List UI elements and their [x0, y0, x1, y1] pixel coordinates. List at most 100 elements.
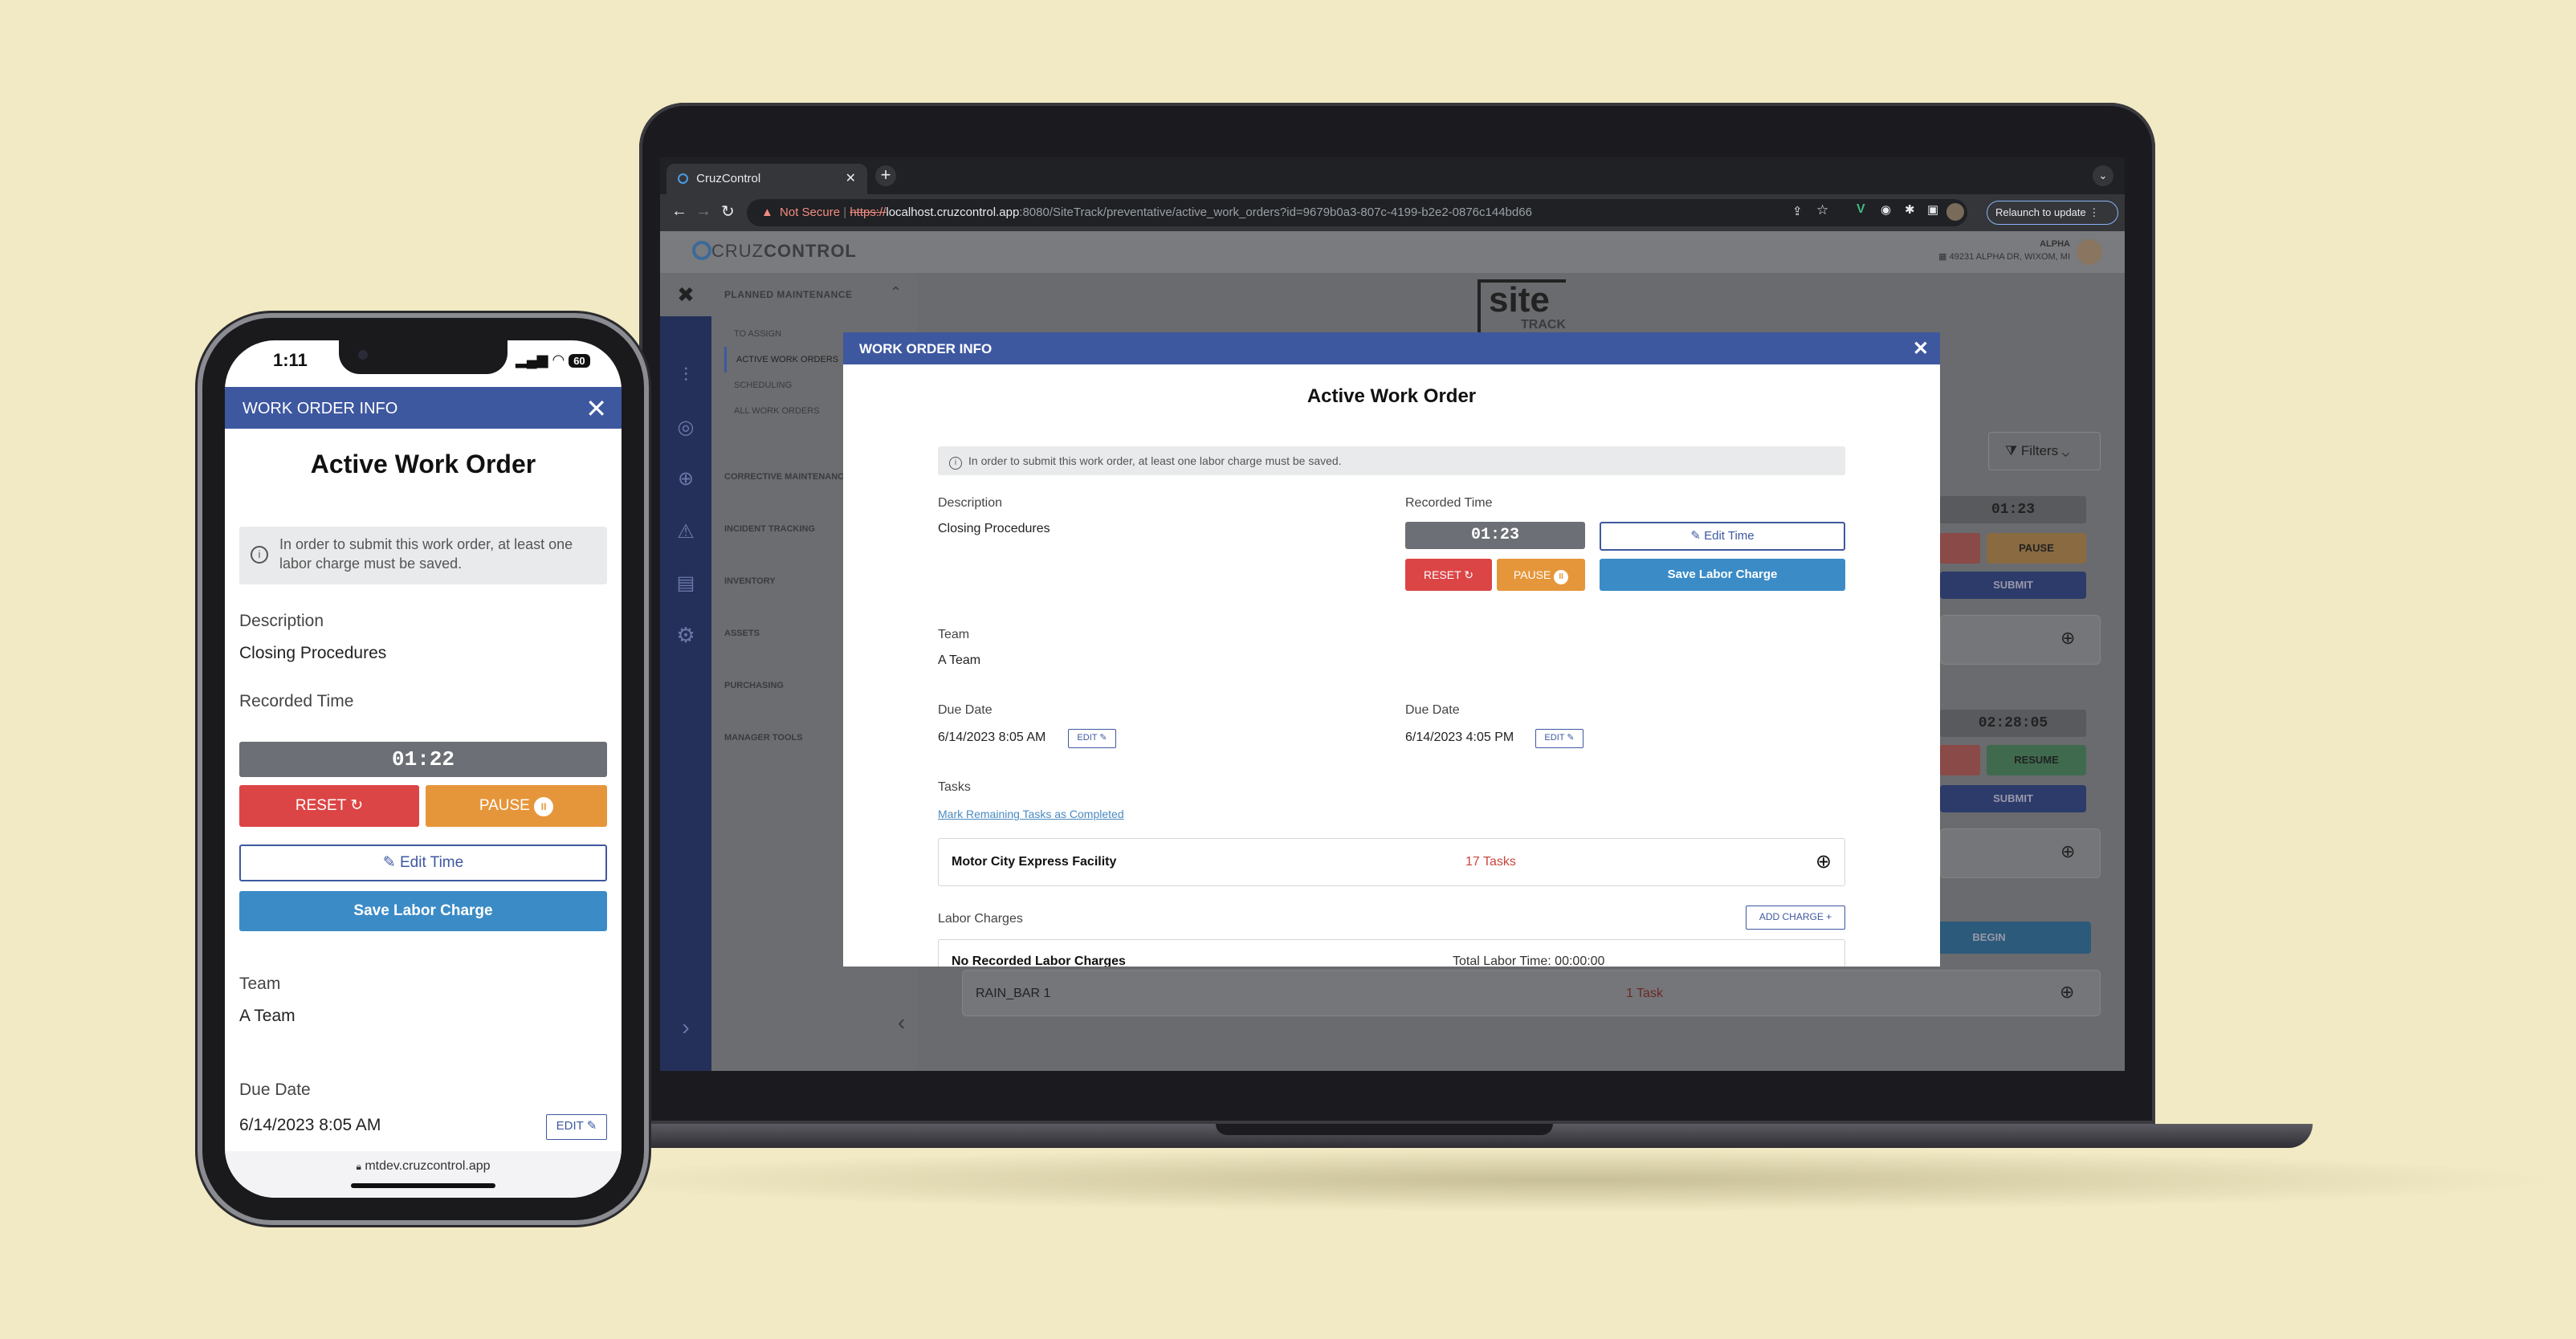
- phone-edit-time-button[interactable]: ✎ Edit Time: [239, 845, 607, 881]
- bg-rain-bar-row: RAIN_BAR 1 1 Task ⊕: [962, 970, 2101, 1016]
- profile-avatar-icon[interactable]: [1946, 203, 1964, 221]
- bg-resume-button: RESUME: [1987, 745, 2086, 775]
- radar-icon[interactable]: ◎: [660, 416, 711, 439]
- vue-extension-icon[interactable]: V: [1857, 202, 1865, 217]
- bg-submit-button-2: SUBMIT: [1940, 785, 2086, 812]
- share-icon[interactable]: ⇪: [1792, 204, 1803, 218]
- info-icon: i: [949, 457, 962, 470]
- tools-icon[interactable]: ✖: [660, 273, 711, 316]
- battery-icon: 60: [569, 354, 590, 368]
- phone-edit-due-date-button[interactable]: EDIT ✎: [546, 1114, 607, 1140]
- camera-icon: [358, 350, 368, 360]
- pause-icon: II: [1554, 570, 1569, 584]
- team-label: Team: [938, 628, 970, 641]
- plus-icon: +: [1826, 911, 1832, 922]
- phone-reset-button[interactable]: RESET ↻: [239, 785, 419, 827]
- sidepanel-icon[interactable]: ▣: [1927, 202, 1938, 217]
- new-tab-icon[interactable]: +: [875, 165, 896, 186]
- status-time: 1:11: [273, 350, 308, 370]
- address-bar[interactable]: ▲ Not Secure | https://localhost.cruzcon…: [747, 199, 1967, 226]
- warning-icon: ▲: [761, 206, 773, 219]
- bg-reset-button: [1940, 533, 1980, 564]
- phone-url-bar[interactable]: 🔒︎ mtdev.cruzcontrol.app: [225, 1151, 622, 1198]
- phone-close-icon[interactable]: ✕: [585, 393, 607, 424]
- edit-due-date-button[interactable]: EDIT ✎: [1068, 729, 1116, 748]
- app-header: CRUZCONTROL ALPHA ▦ 49231 ALPHA DR, WIXO…: [660, 231, 2125, 273]
- pause-button[interactable]: PAUSE II: [1497, 559, 1585, 591]
- mark-tasks-completed-link[interactable]: Mark Remaining Tasks as Completed: [938, 808, 1124, 820]
- phone-description-label: Description: [239, 612, 324, 630]
- due-date-label-2: Due Date: [1405, 703, 1460, 717]
- puzzle-extensions-icon[interactable]: ✱: [1905, 202, 1915, 217]
- tab-favicon-icon: [678, 173, 688, 184]
- tab-title: CruzControl: [696, 172, 761, 185]
- url-host: localhost.cruzcontrol.app: [886, 206, 1020, 219]
- browser-tab[interactable]: CruzControl ✕: [666, 164, 867, 194]
- phone-submit-notice: i In order to submit this work order, at …: [239, 527, 607, 584]
- reset-button[interactable]: RESET ↻: [1405, 559, 1492, 591]
- reload-icon[interactable]: ↻: [721, 201, 735, 222]
- edit-time-button[interactable]: ✎ Edit Time: [1600, 522, 1845, 551]
- document-icon[interactable]: ▤: [660, 572, 711, 595]
- work-order-modal: WORK ORDER INFO ✕ Active Work Order i In …: [843, 332, 1940, 967]
- phone-due-date-value: 6/14/2023 8:05 AM: [239, 1116, 381, 1134]
- facility-task-row[interactable]: Motor City Express Facility 17 Tasks ⊕: [938, 838, 1845, 886]
- phone-save-labor-button[interactable]: Save Labor Charge: [239, 891, 607, 931]
- icon-sidebar: ✖ ⫶ ◎ ⊕ ⚠ ▤ ⚙ ›: [660, 273, 711, 1071]
- due-date-value-2: 6/14/2023 4:05 PM: [1405, 731, 1514, 744]
- expand-plus-icon[interactable]: ⊕: [1816, 850, 1832, 873]
- user-name: ALPHA: [2040, 239, 2070, 249]
- browser-toolbar: ← → ↻ ▲ Not Secure | https://localhost.c…: [660, 194, 2125, 231]
- due-date-label: Due Date: [938, 703, 992, 717]
- modal-header-title: WORK ORDER INFO: [859, 341, 992, 356]
- bg-rain-bar-expand-icon: ⊕: [2060, 982, 2075, 1002]
- building-icon: ▦: [1938, 252, 1947, 262]
- phone-screen: 1:11 ▂▄▆ ◠ 60 WORK ORDER INFO ✕ Active W…: [225, 340, 622, 1198]
- add-charge-button[interactable]: ADD CHARGE +: [1746, 906, 1845, 930]
- extension-icon[interactable]: ◉: [1881, 202, 1891, 217]
- globe-icon[interactable]: ⊕: [660, 467, 711, 490]
- bg-submit-button: SUBMIT: [1940, 572, 2086, 599]
- labor-charges-label: Labor Charges: [938, 912, 1023, 926]
- collapse-nav-icon[interactable]: ‹: [898, 1010, 905, 1036]
- filters-button[interactable]: ⧩ Filters ⌄: [1988, 432, 2101, 470]
- tab-search-icon[interactable]: ⌄: [2093, 165, 2113, 186]
- phone-due-date-label: Due Date: [239, 1081, 311, 1099]
- total-labor-time: Total Labor Time: 00:00:00: [1453, 954, 1605, 967]
- cruzcontrol-logo[interactable]: CRUZCONTROL: [692, 241, 857, 262]
- user-avatar[interactable]: [2077, 239, 2102, 265]
- bg-expand-icon-1: ⊕: [2060, 628, 2076, 648]
- labor-charges-table: No Recorded Labor Charges Total Labor Ti…: [938, 939, 1845, 967]
- tab-close-icon[interactable]: ✕: [846, 170, 856, 186]
- relaunch-button[interactable]: Relaunch to update ⋮: [1987, 201, 2118, 225]
- collapse-chevron-icon[interactable]: ⌃: [890, 284, 902, 301]
- chevron-down-icon: ⌄: [2061, 443, 2070, 458]
- alert-icon[interactable]: ⚠: [660, 520, 711, 543]
- pencil-icon: ✎: [1099, 733, 1107, 743]
- forward-icon[interactable]: →: [695, 202, 711, 221]
- gears-icon[interactable]: ⚙: [660, 623, 711, 648]
- phone-pause-button[interactable]: PAUSE II: [426, 785, 607, 827]
- expand-chevron-icon[interactable]: ›: [660, 1015, 711, 1040]
- phone-modal-header: WORK ORDER INFO ✕: [225, 387, 622, 429]
- bg-rain-bar-tasks: 1 Task: [1626, 987, 1663, 1000]
- nav-section-planned-maintenance[interactable]: PLANNED MAINTENANCE: [724, 289, 853, 300]
- laptop-hinge-notch: [1216, 1124, 1553, 1135]
- sliders-icon[interactable]: ⫶: [660, 364, 711, 387]
- phone-title: Active Work Order: [310, 450, 536, 478]
- pencil-icon: ✎: [382, 854, 396, 871]
- submit-notice: i In order to submit this work order, at …: [938, 446, 1845, 475]
- phone-team-value: A Team: [239, 1007, 296, 1025]
- modal-close-icon[interactable]: ✕: [1913, 337, 1929, 360]
- bg-card-1: [1940, 615, 2101, 665]
- bookmark-star-icon[interactable]: ☆: [1816, 202, 1828, 218]
- bg-rain-bar-name: RAIN_BAR 1: [976, 987, 1051, 1000]
- bg-timer-1: 01:23: [1940, 496, 2086, 523]
- save-labor-charge-button[interactable]: Save Labor Charge: [1600, 559, 1845, 591]
- info-icon: i: [251, 546, 268, 564]
- no-labor-charges: No Recorded Labor Charges: [952, 954, 1126, 967]
- back-icon[interactable]: ←: [671, 202, 687, 221]
- bg-timer-2: 02:28:05: [1940, 710, 2086, 737]
- laptop-shadow: [562, 1148, 2570, 1212]
- edit-due-date-button-2[interactable]: EDIT ✎: [1535, 729, 1584, 748]
